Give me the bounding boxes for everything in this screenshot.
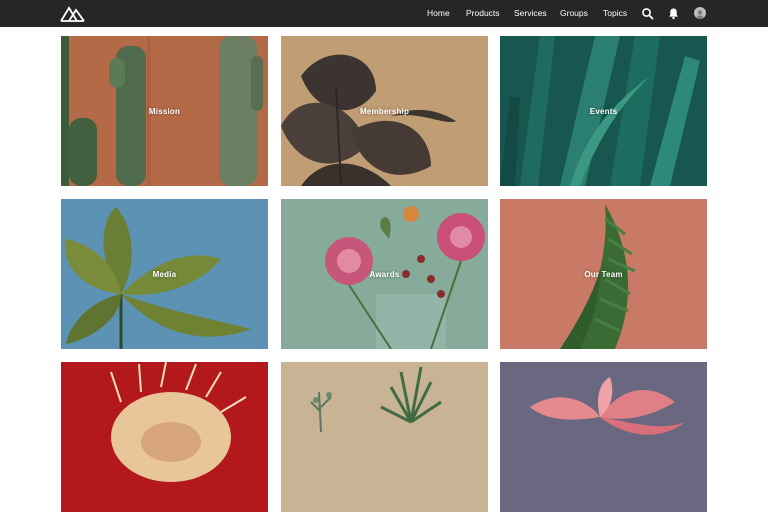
- nav-products[interactable]: Products: [466, 8, 500, 19]
- user-avatar-icon[interactable]: [694, 7, 706, 19]
- tile-label: Membership: [359, 106, 410, 116]
- tile-label: [500, 362, 707, 512]
- tile-label: [281, 362, 488, 512]
- tile-our-team[interactable]: Our Team: [500, 199, 707, 349]
- nav-groups[interactable]: Groups: [560, 8, 588, 19]
- tile-events[interactable]: Events: [500, 36, 707, 186]
- nav-home[interactable]: Home: [427, 8, 450, 19]
- tile-mission[interactable]: Mission: [61, 36, 268, 186]
- tile-label: Mission: [148, 106, 181, 116]
- top-nav-bar: Home Products Services Groups Topics: [0, 0, 768, 27]
- tile-membership[interactable]: Membership: [281, 36, 488, 186]
- nav-topics[interactable]: Topics: [603, 8, 627, 19]
- tile-red-flower[interactable]: [61, 362, 268, 512]
- tile-succulents[interactable]: [281, 362, 488, 512]
- nav-services[interactable]: Services: [514, 8, 547, 19]
- tile-label: Events: [589, 106, 618, 116]
- tile-media[interactable]: Media: [61, 199, 268, 349]
- tile-lily[interactable]: [500, 362, 707, 512]
- tile-label: Our Team: [584, 269, 623, 279]
- tile-label: Awards: [369, 269, 400, 279]
- mountain-logo-icon[interactable]: [60, 5, 85, 22]
- tile-label: Media: [152, 269, 177, 279]
- tile-awards[interactable]: Awards: [281, 199, 488, 349]
- person-silhouette-icon: [695, 10, 705, 19]
- bell-icon[interactable]: [667, 7, 680, 20]
- search-icon[interactable]: [641, 7, 654, 20]
- tile-label: [61, 362, 268, 512]
